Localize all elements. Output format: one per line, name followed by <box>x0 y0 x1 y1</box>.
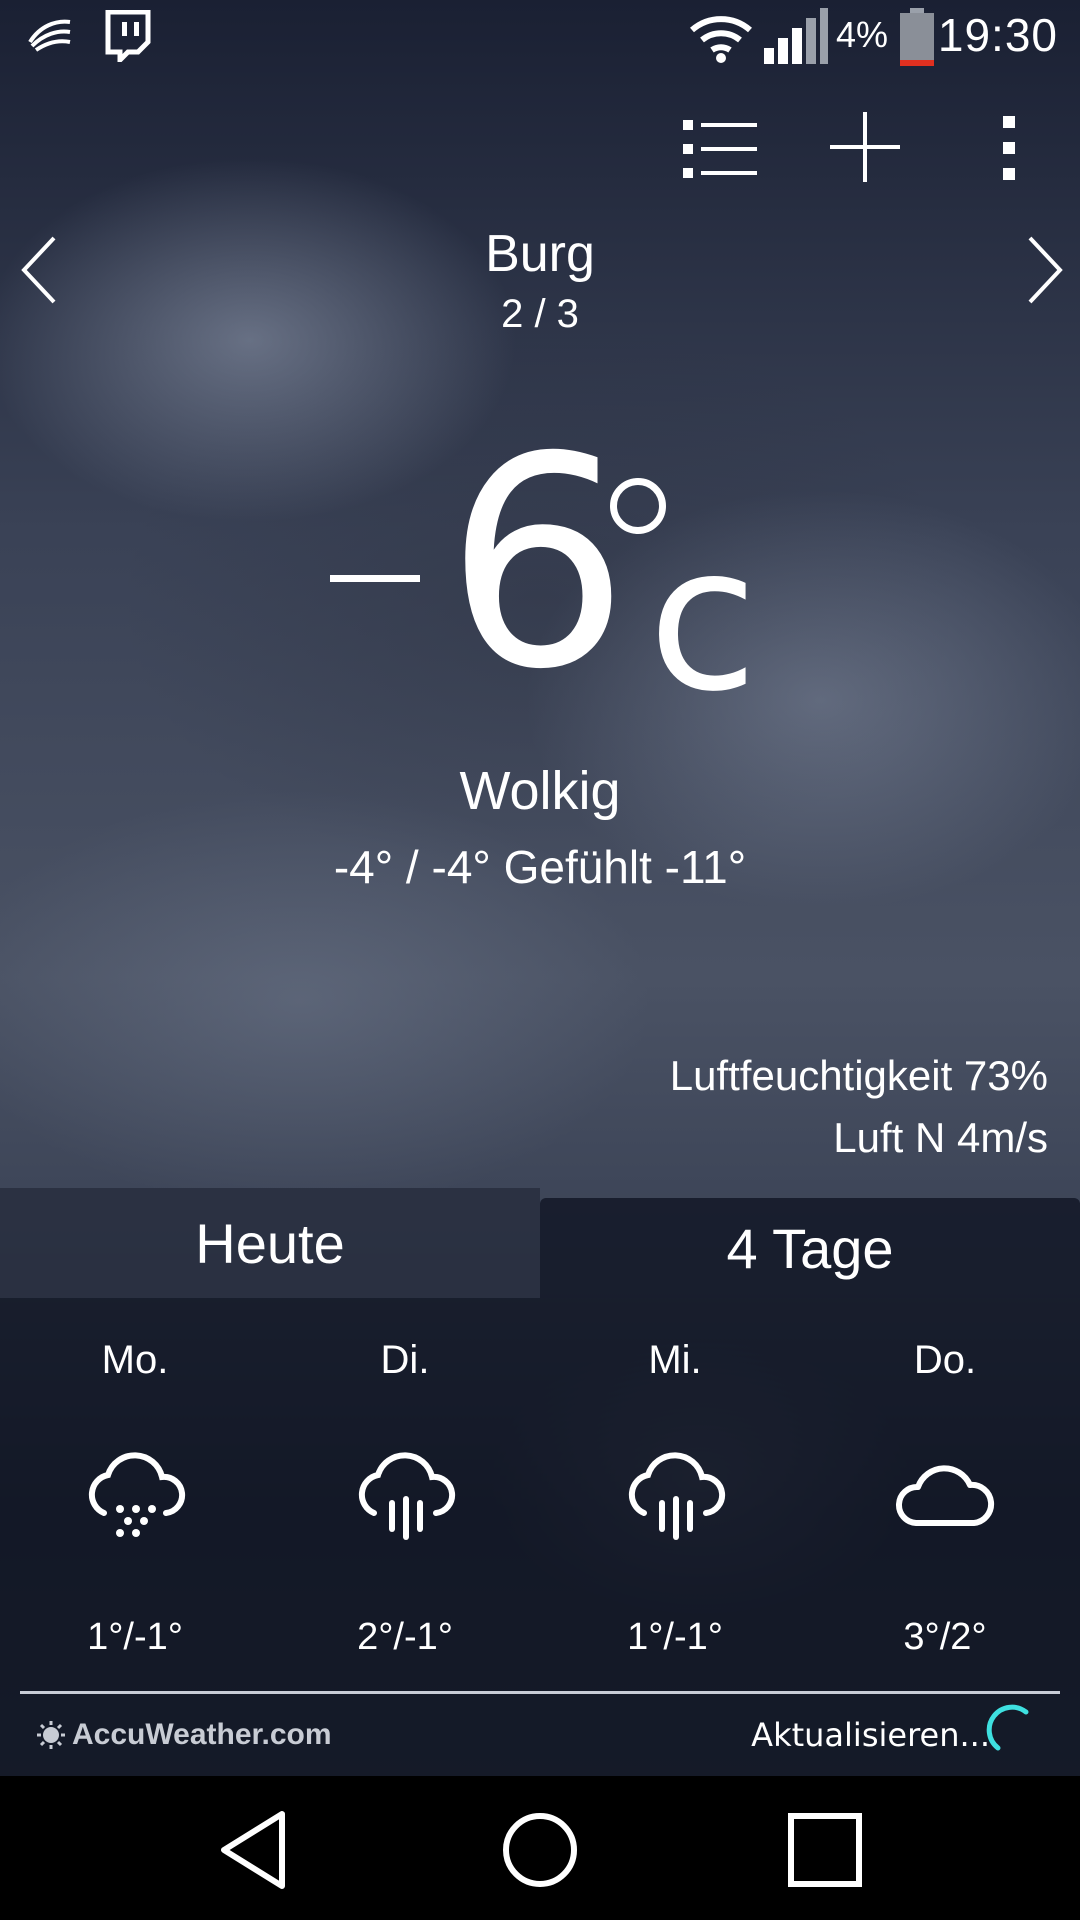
recents-square-icon <box>788 1813 862 1887</box>
battery-percent: 4% <box>836 14 889 55</box>
cloud-icon <box>895 1465 995 1526</box>
wind: Luft N 4m/s <box>833 1114 1048 1161</box>
status-bar: 4% 19:30 <box>0 0 1080 75</box>
day-name: Mi. <box>648 1338 702 1382</box>
brand-label: AccuWeather.com <box>72 1718 332 1751</box>
loading-spinner-icon <box>986 1704 1029 1751</box>
current-temperature: 6 <box>445 396 629 733</box>
more-options-button[interactable] <box>955 100 1065 200</box>
home-circle-icon <box>503 1813 577 1887</box>
rain-cloud-icon <box>628 1452 726 1540</box>
city-name: Burg <box>485 225 595 283</box>
day-temperature: 1°/-1° <box>627 1616 723 1658</box>
refresh-status[interactable]: Aktualisieren... <box>751 1716 990 1754</box>
temperature-unit: c <box>648 503 758 736</box>
battery-icon <box>900 8 934 66</box>
day-temperature: 2°/-1° <box>357 1616 453 1658</box>
day-name: Mo. <box>101 1338 169 1382</box>
city-list-button[interactable] <box>665 100 775 200</box>
temperature-minus-sign <box>330 575 420 582</box>
home-button[interactable] <box>490 1800 590 1900</box>
humidity: Luftfeuchtigkeit 73% <box>669 1052 1048 1099</box>
accuweather-link[interactable]: AccuWeather.com <box>36 1718 332 1752</box>
forecast-day[interactable]: Do. 3°/2° <box>810 1298 1080 1688</box>
wifi-icon <box>690 16 752 63</box>
day-temperature: 1°/-1° <box>87 1616 183 1658</box>
back-button[interactable] <box>206 1800 306 1900</box>
weather-condition: Wolkig <box>459 761 621 821</box>
forecast-panel: Mo. 1°/-1° Di. 2°/-1° Mi. 1°/-1° Do. 3°/… <box>0 1298 1080 1776</box>
add-city-button[interactable] <box>810 100 920 200</box>
list-icon <box>683 120 757 178</box>
tab-today[interactable]: Heute <box>0 1188 540 1298</box>
signal-icon <box>764 8 828 64</box>
page-indicator: 2 / 3 <box>501 292 579 336</box>
back-triangle-icon <box>221 1811 285 1889</box>
day-name: Di. <box>380 1338 430 1382</box>
day-name: Do. <box>913 1338 977 1382</box>
rain-cloud-icon <box>358 1452 456 1540</box>
snow-cloud-icon <box>88 1452 186 1537</box>
clock: 19:30 <box>937 9 1058 61</box>
twitch-icon <box>105 10 151 62</box>
forecast-day[interactable]: Mo. 1°/-1° <box>0 1298 270 1688</box>
tab-4-days[interactable]: 4 Tage <box>540 1198 1080 1298</box>
day-temperature: 3°/2° <box>903 1616 987 1658</box>
recents-button[interactable] <box>775 1800 875 1900</box>
forecast-day[interactable]: Mi. 1°/-1° <box>540 1298 810 1688</box>
forecast-day[interactable]: Di. 2°/-1° <box>270 1298 540 1688</box>
forecast-tabs: Heute 4 Tage <box>0 1188 1080 1298</box>
more-vert-icon <box>1003 116 1015 180</box>
add-icon <box>830 112 900 182</box>
sun-icon <box>37 1721 65 1749</box>
footer-divider <box>20 1691 1060 1694</box>
min-max-feels-like: -4° / -4° Gefühlt -11° <box>333 841 747 893</box>
swiftkey-icon <box>28 19 71 52</box>
